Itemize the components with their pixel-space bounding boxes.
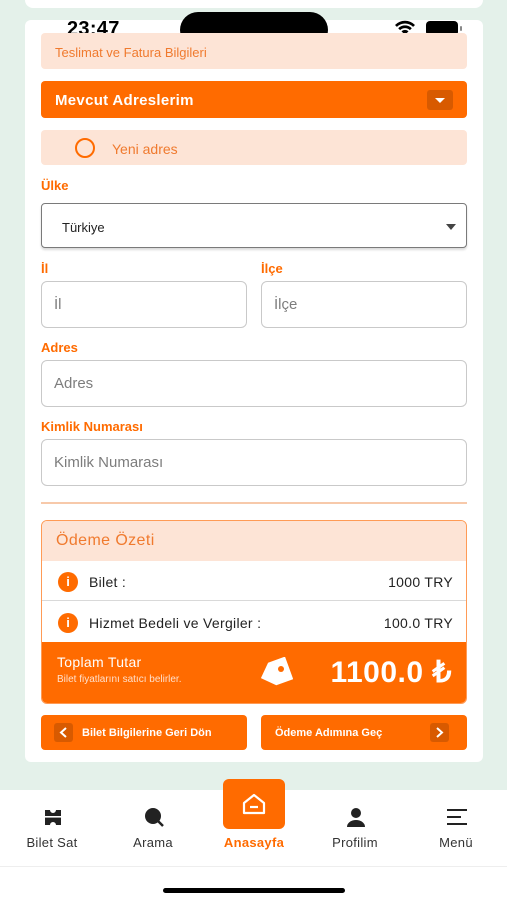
summary-row-fees: i Hizmet Bedeli ve Vergiler : 100.0 TRY [42, 602, 466, 642]
total-amount-band: Toplam Tutar Bilet fiyatlarını satıcı be… [42, 642, 466, 703]
tab-menu[interactable]: Menü [416, 790, 496, 866]
price-tag-icon [260, 657, 293, 686]
address-input[interactable] [41, 360, 467, 407]
payment-summary: Ödeme Özeti i Bilet : 1000 TRY i Hizmet … [41, 520, 467, 704]
total-amount: 1100.0 ₺ [330, 656, 452, 689]
total-note: Bilet fiyatlarını satıcı belirler. [57, 674, 182, 685]
tab-home-label: Anasayfa [223, 835, 285, 850]
country-value: Türkiye [62, 220, 105, 235]
person-icon [347, 808, 365, 827]
tab-search[interactable]: Arama [113, 790, 193, 866]
id-number-input[interactable] [41, 439, 467, 486]
summary-header: Ödeme Özeti [42, 521, 466, 561]
back-button-label: Bilet Bilgilerine Geri Dön [82, 727, 212, 739]
tab-sell-ticket[interactable]: Bilet Sat [12, 790, 92, 866]
home-indicator [163, 888, 345, 893]
summary-row-ticket: i Bilet : 1000 TRY [42, 561, 466, 601]
chevron-right-icon [430, 723, 449, 742]
id-number-label: Kimlik Numarası [41, 419, 143, 434]
tab-label: Bilet Sat [26, 835, 78, 850]
address-label: Adres [41, 340, 78, 355]
tab-label: Arama [133, 835, 173, 850]
back-to-ticket-info-button[interactable]: Bilet Bilgilerine Geri Dön [41, 715, 247, 750]
chevron-left-icon [54, 723, 73, 742]
tab-profile[interactable]: Profilim [315, 790, 395, 866]
chevron-down-icon [427, 90, 453, 110]
bottom-tab-bar: Bilet Sat Arama Anasayfa Profilim Menü [0, 779, 507, 900]
district-label: İlçe [261, 261, 283, 276]
caret-down-icon [446, 224, 456, 230]
tab-bar-divider [0, 866, 507, 867]
tab-label: Menü [439, 835, 473, 850]
section-title: Teslimat ve Fatura Bilgileri [55, 45, 207, 60]
delivery-billing-header: Teslimat ve Fatura Bilgileri [41, 33, 467, 69]
country-select[interactable]: Türkiye [41, 203, 467, 248]
proceed-to-payment-button[interactable]: Ödeme Adımına Geç [261, 715, 467, 750]
home-icon [242, 793, 266, 815]
province-label: İl [41, 261, 49, 276]
next-button-label: Ödeme Adımına Geç [275, 727, 383, 739]
menu-icon [447, 809, 467, 825]
tab-home[interactable] [223, 779, 285, 829]
summary-row-value: 1000 TRY [388, 574, 453, 590]
info-icon: i [58, 572, 78, 592]
saved-addresses-dropdown[interactable]: Mevcut Adreslerim [41, 81, 467, 118]
summary-title: Ödeme Özeti [56, 532, 155, 549]
new-address-label: Yeni adres [112, 141, 178, 157]
search-icon [145, 808, 164, 827]
ticket-icon [45, 810, 61, 825]
district-input[interactable] [261, 281, 467, 328]
summary-row-label: Bilet : [89, 574, 127, 590]
summary-row-value: 100.0 TRY [383, 615, 453, 631]
total-label: Toplam Tutar [57, 654, 142, 670]
summary-row-label: Hizmet Bedeli ve Vergiler : [89, 615, 262, 631]
info-icon: i [58, 613, 78, 633]
country-label: Ülke [41, 178, 69, 193]
saved-addresses-label: Mevcut Adreslerim [55, 92, 194, 109]
province-input[interactable] [41, 281, 247, 328]
new-address-option[interactable]: Yeni adres [41, 130, 467, 165]
new-address-radio[interactable] [75, 138, 95, 158]
tab-label: Profilim [332, 835, 378, 850]
divider [41, 502, 467, 504]
